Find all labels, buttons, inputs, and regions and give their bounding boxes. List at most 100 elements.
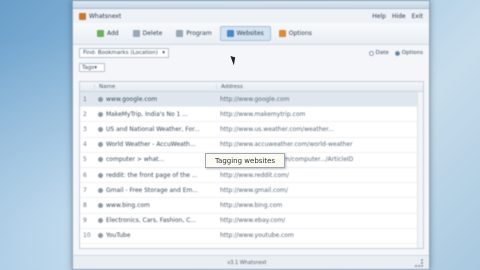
vertical-scrollbar[interactable] (417, 92, 423, 248)
options-radio-label: Options (401, 50, 423, 56)
menubar: Whatsnext Help Hide Exit (73, 9, 429, 23)
favicon-icon (98, 218, 103, 224)
top-menus: Help Hide Exit (372, 13, 423, 20)
options-radio[interactable]: Options (394, 50, 423, 56)
row-name: www.bing.com (106, 201, 150, 209)
row-address: http://www.ebay.com/ (220, 217, 286, 225)
row-number: 10 (83, 232, 91, 240)
add-icon (97, 30, 104, 37)
add-label: Add (107, 30, 119, 37)
menu-hide[interactable]: Hide (392, 13, 406, 20)
table-row[interactable]: 2 MakeMyTrip, India's No 1 ... http://ww… (80, 107, 423, 123)
favicon-icon (98, 96, 103, 102)
row-number: 2 (83, 110, 87, 118)
delete-icon (132, 30, 140, 37)
radio-icon (394, 50, 400, 56)
favicon-icon (98, 142, 103, 148)
row-name-cell: US and National Weather, For... (94, 126, 216, 133)
menu-help[interactable]: Help (372, 13, 386, 20)
main-toolbar: Add Delete Program Websites Options (73, 23, 429, 45)
row-address: http://www.reddit.com/ (220, 171, 289, 179)
table-row[interactable]: 6 reddit: the front page of the ... http… (80, 168, 423, 184)
globe-icon (226, 30, 234, 37)
row-name-cell: Electronics, Cars, Fashion, C... (94, 217, 216, 224)
row-name-cell: YouTube (94, 232, 216, 239)
chevron-down-icon: ▾ (162, 50, 165, 56)
table-row[interactable]: 4 World Weather - AccuWeath... http://ww… (80, 138, 423, 153)
row-name-cell: www.google.com (94, 96, 216, 103)
app-window: Whatsnext Help Hide Exit Add Delete Prog… (72, 0, 430, 270)
tags-dropdown[interactable]: Tags ▾ (79, 63, 105, 72)
row-name: Electronics, Cars, Fashion, C... (106, 217, 197, 225)
tags-label: Tags (82, 64, 95, 71)
table-row[interactable]: 1 www.google.com http://www.google.com (80, 92, 423, 108)
row-number: 7 (83, 186, 87, 194)
delete-label: Delete (142, 30, 163, 37)
table-row[interactable]: 3 US and National Weather, For... http:/… (80, 122, 423, 138)
tag-row: Tags ▾ (73, 61, 429, 74)
row-name: computer > what... (106, 156, 165, 164)
favicon-icon (98, 157, 103, 163)
tooltip: Tagging websites (205, 153, 285, 168)
row-name: MakeMyTrip, India's No 1 ... (106, 110, 188, 118)
radio-icon (368, 50, 374, 56)
add-button[interactable]: Add (91, 27, 125, 40)
websites-label: Websites (236, 30, 264, 37)
favicon-icon (98, 126, 103, 132)
resize-grip-icon[interactable] (414, 258, 423, 267)
favicon-icon (98, 233, 103, 239)
row-address: http://www.us.weather.com/weather... (220, 125, 334, 133)
row-name: www.google.com (106, 95, 158, 103)
program-button[interactable]: Program (170, 27, 217, 40)
row-name: World Weather - AccuWeath... (106, 141, 196, 149)
options-label: Options (288, 30, 312, 37)
chevron-down-icon: ▾ (94, 64, 97, 71)
favicon-icon (98, 111, 103, 117)
favicon-icon (98, 172, 103, 178)
table-header: Name Address (80, 82, 423, 92)
find-select[interactable]: Find: Bookmarks (Location) ▾ (79, 48, 169, 58)
status-version: v3.1 Whatsnext (227, 259, 267, 266)
row-address: http://www.youtube.com (220, 232, 294, 240)
find-select-value: Find: Bookmarks (Location) (83, 50, 158, 56)
window-titlebar[interactable] (73, 1, 429, 9)
favicon-icon (98, 202, 103, 208)
row-name-cell: MakeMyTrip, India's No 1 ... (94, 111, 216, 118)
row-number: 9 (83, 217, 87, 225)
options-button[interactable]: Options (273, 27, 318, 40)
filter-bar: Find: Bookmarks (Location) ▾ Date Option… (73, 45, 429, 61)
row-name-cell: Gmail - Free Storage and Em... (94, 187, 216, 194)
status-bar: v3.1 Whatsnext (73, 255, 429, 269)
row-address: http://www.accuweather.com/world-weather (220, 141, 353, 149)
row-address: http://www.gmail.com/ (220, 186, 288, 194)
row-number: 4 (83, 141, 87, 149)
row-name: US and National Weather, For... (106, 125, 200, 133)
column-header-address[interactable]: Address (216, 83, 423, 90)
menu-exit[interactable]: Exit (412, 13, 423, 20)
row-name: Gmail - Free Storage and Em... (106, 186, 199, 194)
tooltip-text: Tagging websites (214, 156, 276, 165)
table-row[interactable]: 9 Electronics, Cars, Fashion, C... http:… (80, 214, 423, 229)
table-row[interactable]: 7 Gmail - Free Storage and Em... http://… (80, 183, 423, 199)
row-number: 1 (83, 95, 87, 103)
row-name: reddit: the front page of the ... (106, 171, 198, 179)
date-radio[interactable]: Date (368, 50, 389, 56)
row-address: http://www.makemytrip.com (220, 110, 306, 118)
row-address: http://www.google.com (220, 95, 290, 103)
row-name-cell: www.bing.com (94, 202, 216, 209)
row-number: 6 (83, 171, 87, 179)
row-name-cell: reddit: the front page of the ... (94, 172, 216, 179)
row-name-cell: World Weather - AccuWeath... (94, 141, 216, 148)
column-header-name[interactable]: Name (94, 83, 216, 90)
program-label: Program (186, 30, 212, 37)
favicon-icon (98, 187, 103, 193)
row-number: 5 (83, 156, 87, 164)
table-row[interactable]: 10 YouTube http://www.youtube.com (80, 229, 423, 244)
delete-button[interactable]: Delete (127, 27, 169, 40)
options-icon (278, 30, 286, 37)
websites-button[interactable]: Websites (219, 26, 271, 41)
table-row[interactable]: 8 www.bing.com http://www.bing.com (80, 198, 423, 214)
row-address: http://www.bing.com (220, 201, 283, 209)
row-number: 8 (83, 201, 87, 209)
app-name: Whatsnext (89, 12, 122, 20)
